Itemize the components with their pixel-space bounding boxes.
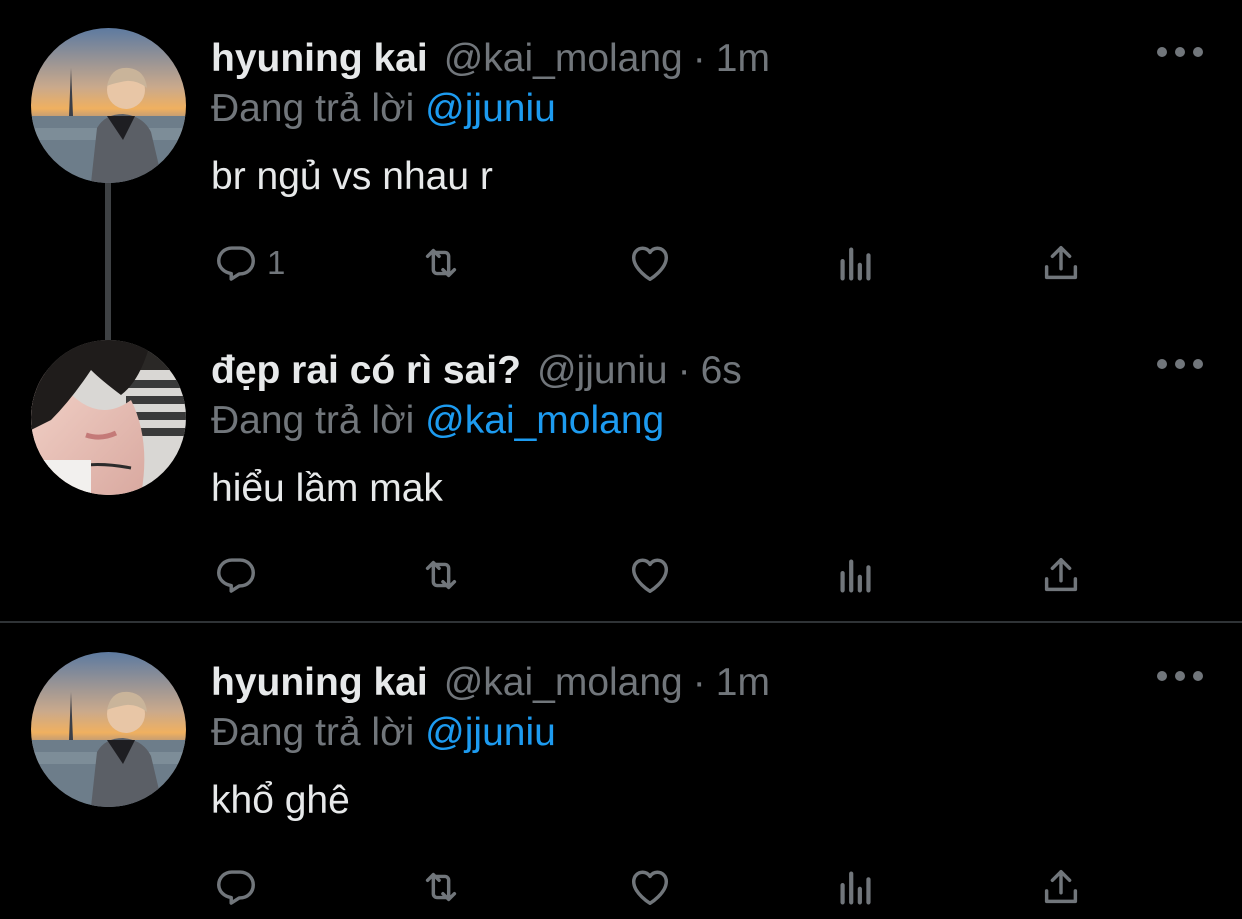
share-button[interactable] <box>1038 550 1084 600</box>
more-icon[interactable] <box>1157 354 1203 374</box>
separator: · <box>677 348 691 392</box>
replying-to-label: Đang trả lời <box>211 711 415 754</box>
more-icon[interactable] <box>1157 666 1203 686</box>
tweet-header: đẹp rai có rì sai? @jjuniu · 6s <box>211 340 742 400</box>
retweet-button[interactable] <box>418 862 464 912</box>
like-button[interactable] <box>627 550 673 600</box>
reply-count: 1 <box>267 244 286 281</box>
divider <box>0 621 1242 623</box>
replying-to-handle[interactable]: @jjuniu <box>425 711 556 754</box>
reply-icon <box>217 558 255 593</box>
replying-to-handle[interactable]: @kai_molang <box>425 399 664 442</box>
tweet-header: hyuning kai @kai_molang · 1m <box>211 652 770 712</box>
analytics-icon <box>840 247 871 281</box>
retweet-button[interactable] <box>418 238 464 288</box>
share-button[interactable] <box>1038 238 1084 288</box>
timestamp[interactable]: 1m <box>716 39 770 78</box>
replying-to: Đang trả lời @jjuniu <box>211 710 556 757</box>
retweet-button[interactable] <box>418 550 464 600</box>
heart-icon <box>631 870 669 906</box>
replying-to-handle[interactable]: @jjuniu <box>425 87 556 130</box>
action-bar: 1 <box>0 238 1242 288</box>
tweet-text: khổ ghê <box>211 779 350 822</box>
more-icon[interactable] <box>1157 42 1203 62</box>
display-name[interactable]: hyuning kai <box>211 39 428 78</box>
analytics-icon <box>840 559 871 593</box>
avatar-sleeping <box>31 340 186 495</box>
like-button[interactable] <box>627 862 673 912</box>
retweet-icon <box>425 248 457 278</box>
avatar[interactable] <box>31 340 186 495</box>
replying-to: Đang trả lời @jjuniu <box>211 86 556 133</box>
share-icon <box>1044 869 1078 904</box>
share-icon <box>1044 557 1078 592</box>
retweet-icon <box>425 560 457 590</box>
replying-to-label: Đang trả lời <box>211 87 415 130</box>
separator: · <box>692 660 706 704</box>
tweet-text: hiểu lầm mak <box>211 467 443 510</box>
tweet-header: hyuning kai @kai_molang · 1m <box>211 28 770 88</box>
reply-icon <box>217 246 255 281</box>
replying-to: Đang trả lời @kai_molang <box>211 398 664 445</box>
views-button[interactable] <box>833 550 879 600</box>
reply-button[interactable] <box>213 862 267 912</box>
reply-icon <box>217 870 255 905</box>
user-handle[interactable]: @kai_molang <box>444 39 683 78</box>
user-handle[interactable]: @jjuniu <box>537 351 668 390</box>
display-name[interactable]: đẹp rai có rì sai? <box>211 351 521 390</box>
tweet-text: br ngủ vs nhau r <box>211 155 493 198</box>
action-bar <box>0 862 1242 912</box>
heart-icon <box>631 246 669 282</box>
share-icon <box>1044 245 1078 280</box>
replying-to-label: Đang trả lời <box>211 399 415 442</box>
user-handle[interactable]: @kai_molang <box>444 663 683 702</box>
analytics-icon <box>840 871 871 905</box>
display-name[interactable]: hyuning kai <box>211 663 428 702</box>
like-button[interactable] <box>627 238 673 288</box>
avatar-paris-sunset <box>31 652 186 807</box>
views-button[interactable] <box>833 862 879 912</box>
action-bar <box>0 550 1242 600</box>
separator: · <box>692 36 706 80</box>
timestamp[interactable]: 6s <box>701 351 742 390</box>
share-button[interactable] <box>1038 862 1084 912</box>
retweet-icon <box>425 872 457 902</box>
avatar[interactable] <box>31 652 186 807</box>
timestamp[interactable]: 1m <box>716 663 770 702</box>
reply-button[interactable]: 1 <box>213 238 285 288</box>
reply-button[interactable] <box>213 550 267 600</box>
heart-icon <box>631 558 669 594</box>
avatar[interactable] <box>31 28 186 183</box>
avatar-paris-sunset <box>31 28 186 183</box>
views-button[interactable] <box>833 238 879 288</box>
